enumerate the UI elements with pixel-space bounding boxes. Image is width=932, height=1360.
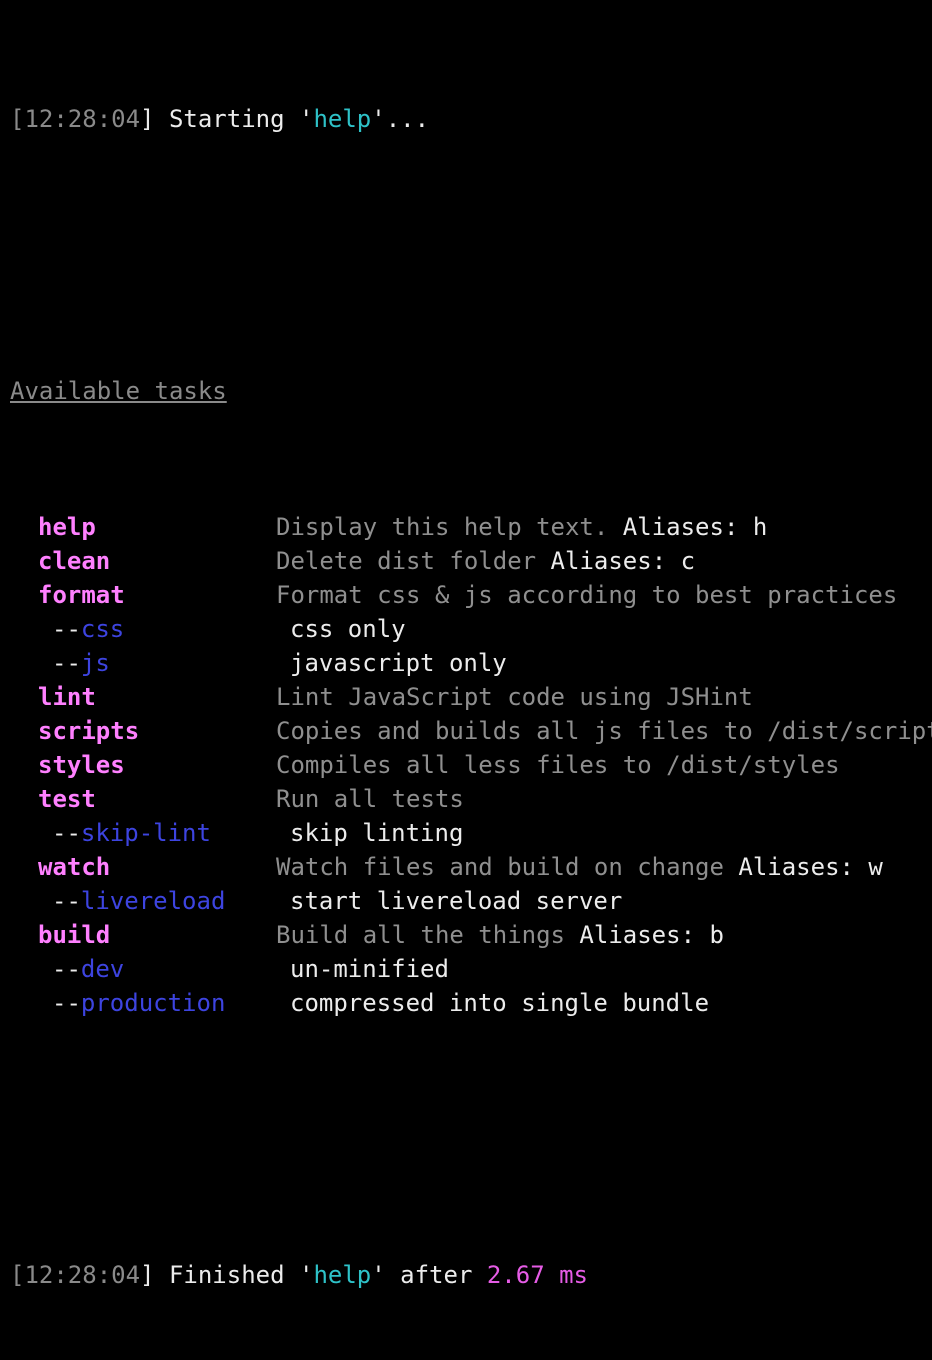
task-alias: Aliases: w [723, 853, 883, 881]
tasks-heading: Available tasks [10, 377, 227, 405]
task-row: build Build all the things Aliases: b [10, 918, 932, 952]
task-name-cell: --js [10, 646, 290, 680]
start-line: [12:28:04] Starting 'help'... [10, 102, 932, 136]
flag-name: dev [80, 955, 125, 983]
task-flag-row: --css css only [10, 612, 932, 646]
task-name: clean [38, 547, 111, 575]
finish-duration: 2.67 ms [486, 1261, 588, 1289]
task-description: Compiles all less files to /dist/styles [276, 751, 840, 779]
task-name: styles [38, 751, 125, 779]
timestamp-bracket-close: ] [140, 105, 155, 133]
tasks-heading-line: Available tasks [10, 374, 932, 408]
finish-line: [12:28:04] Finished 'help' after 2.67 ms [10, 1258, 932, 1292]
flag-prefix: -- [52, 615, 81, 643]
task-name-cell: --dev [10, 952, 290, 986]
task-name: test [38, 785, 96, 813]
task-name-cell: --skip-lint [10, 816, 290, 850]
finish-text: Finished ' [154, 1261, 314, 1289]
flag-name: livereload [80, 887, 226, 915]
task-alias: Aliases: b [564, 921, 724, 949]
start-task-name: help [313, 105, 372, 133]
task-name: scripts [38, 717, 140, 745]
task-name: build [38, 921, 111, 949]
task-name-cell: test [10, 782, 276, 816]
task-flag-row: --skip-lint skip linting [10, 816, 932, 850]
task-description: Lint JavaScript code using JSHint [276, 683, 753, 711]
flag-prefix: -- [52, 955, 81, 983]
task-name-cell: scripts [10, 714, 276, 748]
flag-name: css [80, 615, 125, 643]
flag-name: production [80, 989, 226, 1017]
task-name-cell: --livereload [10, 884, 290, 918]
task-description: skip linting [290, 819, 464, 847]
flag-prefix: -- [52, 649, 81, 677]
timestamp-bracket-open: [ [10, 1261, 25, 1289]
task-description: Run all tests [276, 785, 464, 813]
flag-prefix: -- [52, 989, 81, 1017]
start-text: Starting ' [154, 105, 314, 133]
task-row: styles Compiles all less files to /dist/s… [10, 748, 932, 782]
task-name-cell: watch [10, 850, 276, 884]
task-name-cell: format [10, 578, 276, 612]
task-name: help [38, 513, 96, 541]
task-description: compressed into single bundle [290, 989, 710, 1017]
task-description: un-minified [290, 955, 449, 983]
task-row: clean Delete dist folder Aliases: c [10, 544, 932, 578]
timestamp: 12:28:04 [24, 105, 141, 133]
timestamp-bracket-open: [ [10, 105, 25, 133]
task-list: help Display this help text. Aliases: h cl… [10, 510, 932, 1020]
start-text-after: '... [371, 105, 430, 133]
task-name-cell: styles [10, 748, 276, 782]
task-flag-row: --production compressed into single bundl… [10, 986, 932, 1020]
task-name-cell: build [10, 918, 276, 952]
task-name-cell: --css [10, 612, 290, 646]
task-description: start livereload server [290, 887, 623, 915]
task-flag-row: --livereload start livereload server [10, 884, 932, 918]
flag-prefix: -- [52, 819, 81, 847]
task-name: lint [38, 683, 96, 711]
task-row: watch Watch files and build on change Ali… [10, 850, 932, 884]
task-description: Display this help text. [276, 513, 609, 541]
task-name-cell: clean [10, 544, 276, 578]
flag-name: js [80, 649, 110, 677]
task-name: format [38, 581, 125, 609]
task-alias: Aliases: h [608, 513, 768, 541]
task-row: test Run all tests [10, 782, 932, 816]
flag-name: skip-lint [80, 819, 211, 847]
task-row: scripts Copies and builds all js files to… [10, 714, 932, 748]
task-description: Delete dist folder [276, 547, 537, 575]
finish-task-name: help [313, 1261, 372, 1289]
task-description: Watch files and build on change [276, 853, 724, 881]
task-description: Build all the things [276, 921, 565, 949]
task-description: Format css & js according to best practi… [276, 581, 898, 609]
timestamp: 12:28:04 [24, 1261, 141, 1289]
terminal-window[interactable]: [12:28:04] Starting 'help'... Available … [0, 0, 932, 1289]
finish-text-mid: ' after [371, 1261, 487, 1289]
task-name-cell: help [10, 510, 276, 544]
flag-prefix: -- [52, 887, 81, 915]
task-flag-row: --js javascript only [10, 646, 932, 680]
task-description: css only [290, 615, 406, 643]
task-name: watch [38, 853, 111, 881]
timestamp-bracket-close: ] [140, 1261, 155, 1289]
task-name-cell: --production [10, 986, 290, 1020]
task-flag-row: --dev un-minified [10, 952, 932, 986]
task-row: help Display this help text. Aliases: h [10, 510, 932, 544]
task-description: javascript only [290, 649, 507, 677]
task-row: format Format css & js according to best … [10, 578, 932, 612]
task-row: lint Lint JavaScript code using JSHint [10, 680, 932, 714]
task-name-cell: lint [10, 680, 276, 714]
task-alias: Aliases: c [536, 547, 696, 575]
task-description: Copies and builds all js files to /dist/… [276, 717, 932, 745]
